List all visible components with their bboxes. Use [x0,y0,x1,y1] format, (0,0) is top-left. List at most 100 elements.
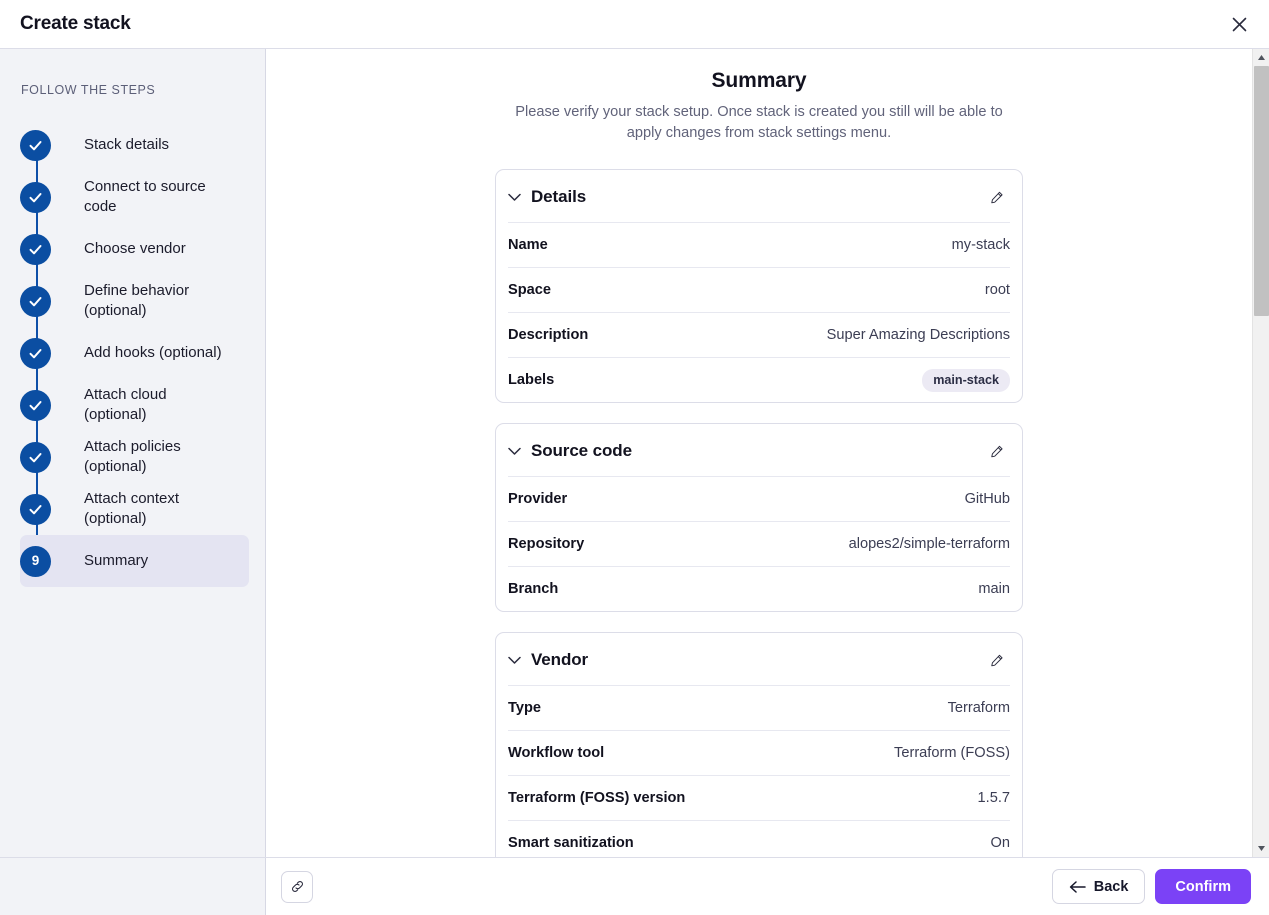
sidebar-step-attach-cloud-optional[interactable]: Attach cloud (optional) [20,379,249,431]
summary-row-key: Smart sanitization [508,835,634,851]
summary-card: DetailsNamemy-stackSpacerootDescriptionS… [495,169,1023,403]
sidebar-step-label: Stack details [84,135,169,155]
sidebar-heading: FOLLOW THE STEPS [0,83,265,97]
create-stack-modal: Create stack FOLLOW THE STEPS Stack deta… [0,0,1269,915]
summary-row-value: Super Amazing Descriptions [827,327,1010,343]
summary-row-key: Name [508,237,548,253]
sidebar-step-label: Attach policies (optional) [84,437,233,477]
sidebar-step-connect-to-source-code[interactable]: Connect to source code [20,171,249,223]
check-glyph [27,345,44,362]
step-number-badge: 9 [20,546,51,577]
summary-row-key: Branch [508,581,558,597]
modal-footer: Back Confirm [0,857,1269,915]
summary-row: Smart sanitizationOn [508,820,1010,857]
footer-actions: Back Confirm [1052,869,1251,904]
check-icon [20,390,51,421]
back-button[interactable]: Back [1052,869,1146,904]
summary-cards: DetailsNamemy-stackSpacerootDescriptionS… [495,169,1023,857]
pencil-icon[interactable] [984,647,1010,673]
card-header: Source code [508,424,1010,476]
pencil-icon[interactable] [984,438,1010,464]
sidebar-step-attach-policies-optional[interactable]: Attach policies (optional) [20,431,249,483]
summary-row-value: 1.5.7 [978,790,1010,806]
content-scrollbar[interactable] [1252,49,1269,857]
summary-row: Description Super Amazing Descriptions [508,312,1010,357]
close-icon[interactable] [1223,8,1255,40]
close-glyph [1232,17,1247,32]
check-icon [20,130,51,161]
summary-card: VendorTypeTerraformWorkflow toolTerrafor… [495,632,1023,857]
summary-row-value: Terraform [948,700,1010,716]
card-header-left[interactable]: Details [508,187,586,207]
sidebar-step-attach-context-optional[interactable]: Attach context (optional) [20,483,249,535]
summary-row-key: Workflow tool [508,745,604,761]
page-title: Create stack [20,13,131,35]
steps-sidebar: FOLLOW THE STEPS Stack details Connect to… [0,49,266,857]
summary-row-key: Repository [508,536,584,552]
caret-up-glyph [1257,54,1266,61]
card-header: Details [508,170,1010,222]
sidebar-step-summary[interactable]: 9 Summary [20,535,249,587]
summary-row-value: main [978,581,1010,597]
summary-card: Source code Provider GitHub Repository alope… [495,423,1023,612]
card-header: Vendor [508,633,1010,685]
chevron-down-icon[interactable] [508,447,521,456]
summary-row-value: main-stack [922,369,1010,392]
summary-row-value: root [985,282,1010,298]
chevron-glyph [508,193,521,202]
arrow-left-icon [1069,881,1086,893]
check-icon [20,234,51,265]
modal-body: FOLLOW THE STEPS Stack details Connect to… [0,49,1269,857]
confirm-button[interactable]: Confirm [1155,869,1251,904]
summary-row: Repository alopes2/simple-terraform [508,521,1010,566]
summary-row-key: Terraform (FOSS) version [508,790,685,806]
chevron-down-icon[interactable] [508,193,521,202]
scroll-down-icon[interactable] [1253,840,1269,857]
label-chip: main-stack [922,369,1010,392]
card-rows: TypeTerraformWorkflow toolTerraform (FOS… [508,685,1010,857]
confirm-button-label: Confirm [1175,879,1231,895]
summary-row-key: Provider [508,491,567,507]
pencil-glyph [990,652,1004,669]
modal-titlebar: Create stack [0,0,1269,49]
sidebar-step-label: Attach cloud (optional) [84,385,233,425]
sidebar-step-label: Connect to source code [84,177,233,217]
check-glyph [27,449,44,466]
scroll-up-icon[interactable] [1253,49,1269,66]
summary-row-value: GitHub [965,491,1010,507]
link-icon[interactable] [281,871,313,903]
step-number: 9 [32,554,40,568]
card-title: Details [531,187,586,207]
sidebar-step-label: Define behavior (optional) [84,281,233,321]
summary-row: Name my-stack [508,222,1010,267]
check-icon [20,494,51,525]
summary-row-value: my-stack [952,237,1010,253]
footer-sidebar-strip [0,858,266,915]
sidebar-step-label: Add hooks (optional) [84,343,222,363]
pencil-glyph [990,443,1004,460]
summary-title: Summary [386,69,1132,93]
chevron-down-icon[interactable] [508,656,521,665]
summary-row: Provider GitHub [508,476,1010,521]
summary-header: Summary Please verify your stack setup. … [266,69,1252,143]
summary-subtitle: Please verify your stack setup. Once sta… [501,102,1017,143]
check-glyph [27,189,44,206]
sidebar-step-define-behavior-optional[interactable]: Define behavior (optional) [20,275,249,327]
check-glyph [27,137,44,154]
card-header-left[interactable]: Vendor [508,650,588,670]
sidebar-step-label: Summary [84,551,148,571]
pencil-icon[interactable] [984,184,1010,210]
check-icon [20,182,51,213]
card-title: Source code [531,441,632,461]
scrollbar-thumb[interactable] [1254,66,1269,316]
sidebar-step-stack-details[interactable]: Stack details [20,119,249,171]
summary-row-key: Description [508,327,588,343]
sidebar-step-choose-vendor[interactable]: Choose vendor [20,223,249,275]
summary-row-value: alopes2/simple-terraform [849,536,1010,552]
pencil-glyph [990,189,1004,206]
card-header-left[interactable]: Source code [508,441,632,461]
sidebar-step-add-hooks-optional[interactable]: Add hooks (optional) [20,327,249,379]
summary-row: Workflow toolTerraform (FOSS) [508,730,1010,775]
check-glyph [27,293,44,310]
main-content: Summary Please verify your stack setup. … [266,49,1252,857]
